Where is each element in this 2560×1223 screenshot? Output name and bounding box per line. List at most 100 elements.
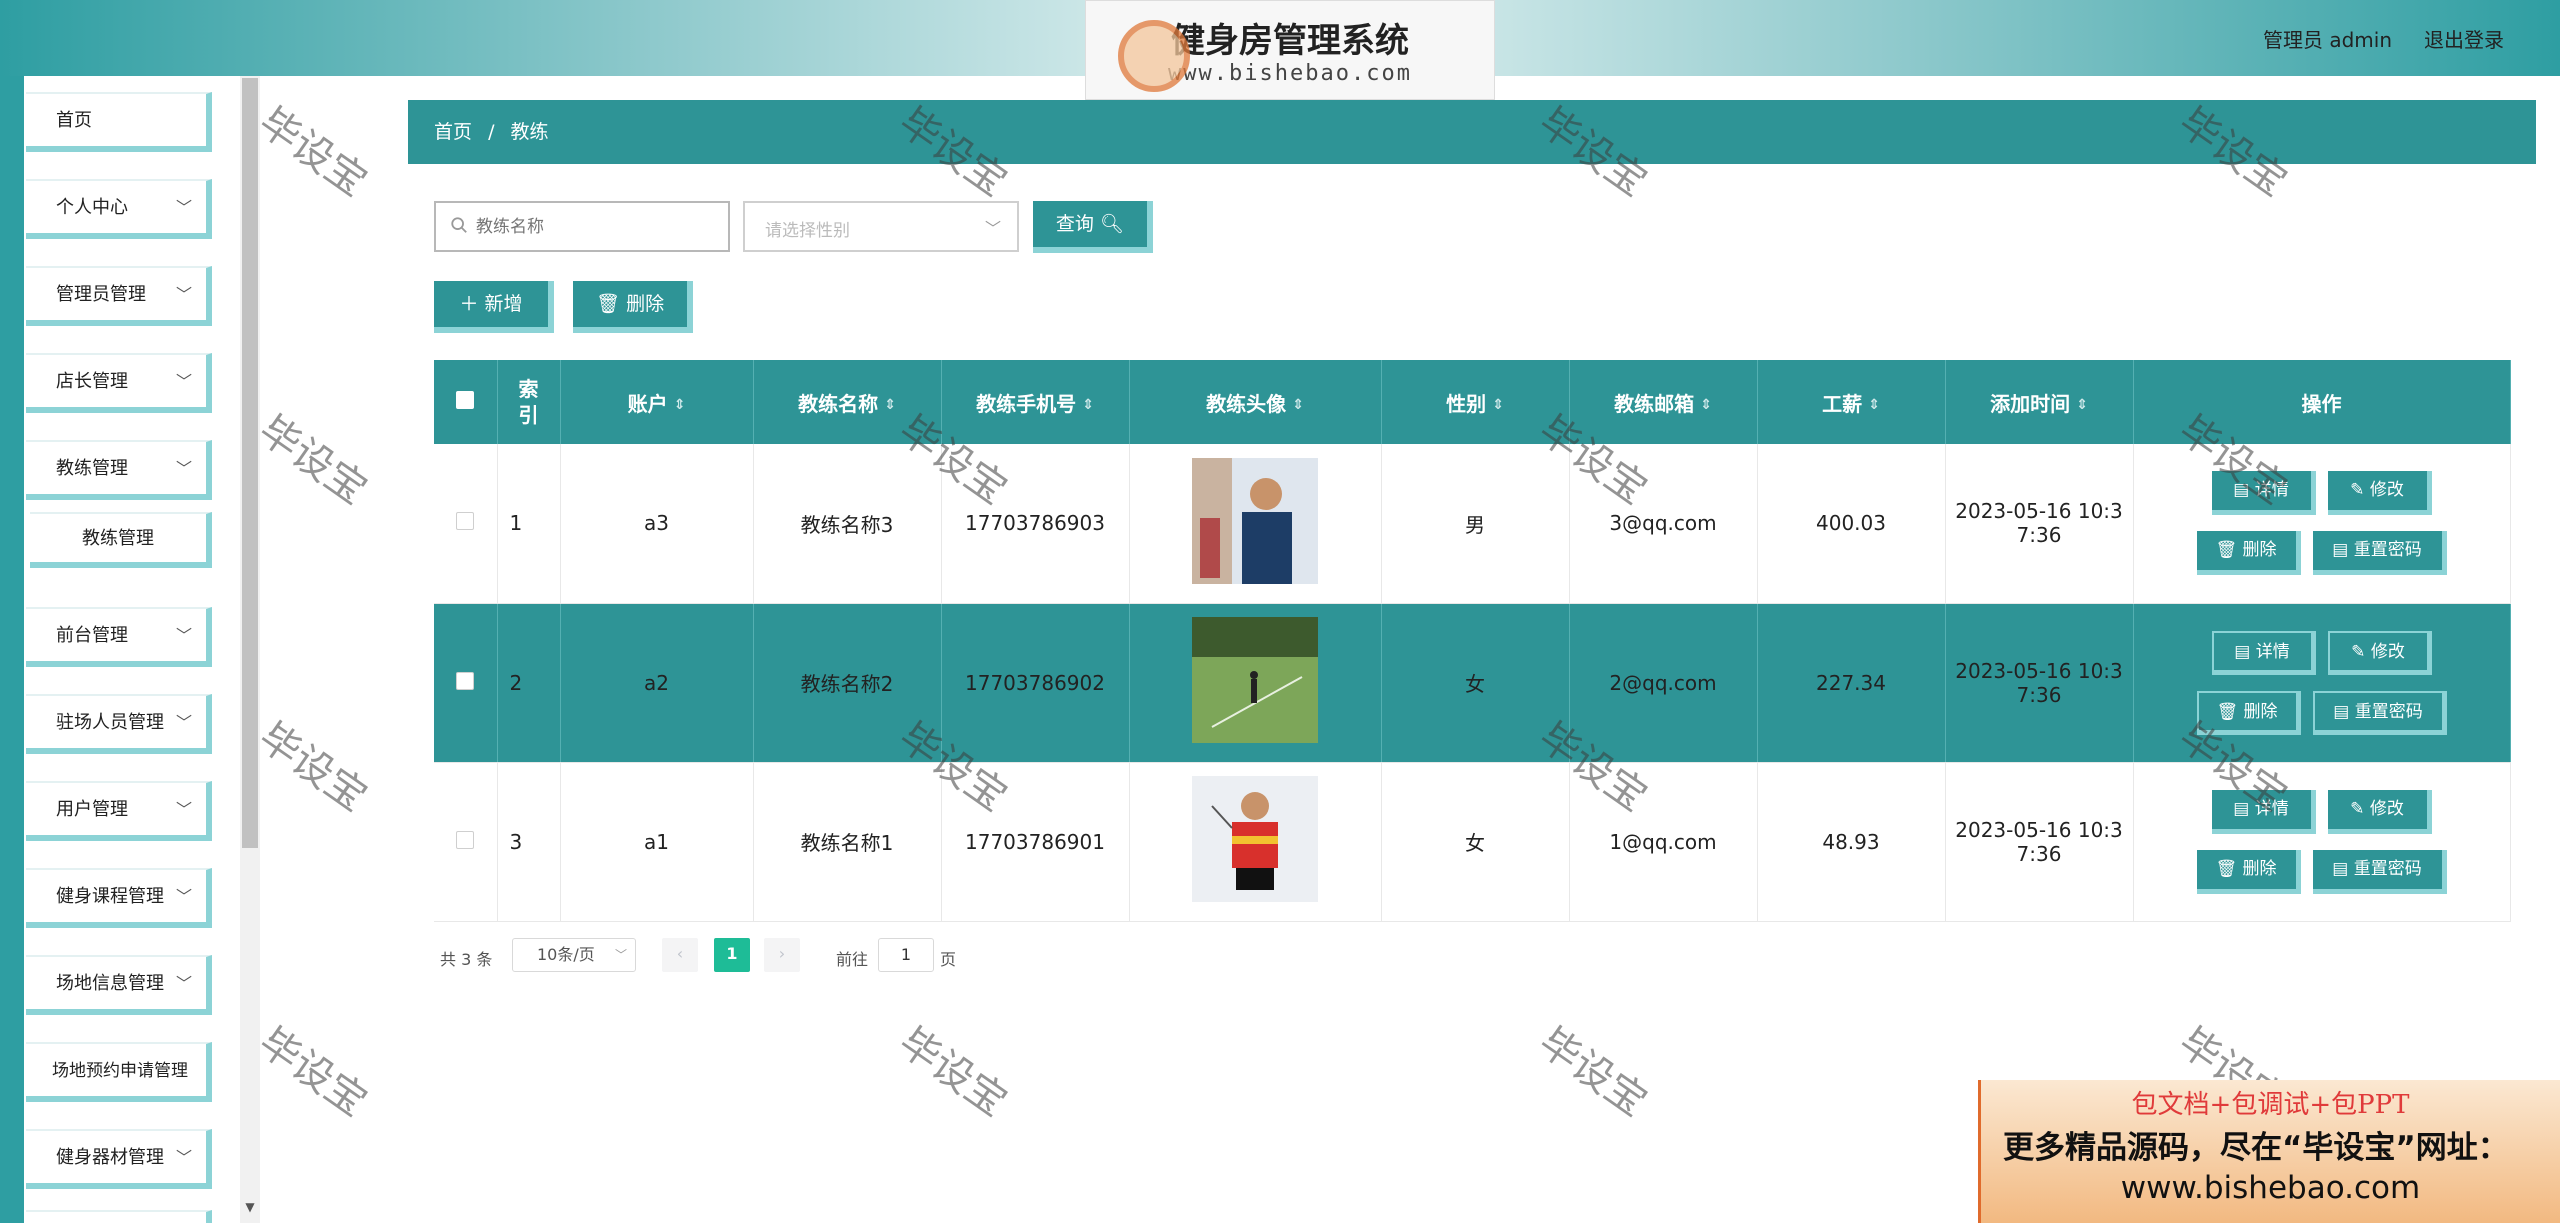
sidebar-item-home[interactable]: 首页 (26, 92, 212, 152)
sidebar-item-venues[interactable]: 场地信息管理 ﹀ (26, 955, 212, 1015)
col-email[interactable]: 教练邮箱 ⇕ (1569, 360, 1758, 444)
coach-avatar-image[interactable] (1192, 617, 1318, 743)
row-checkbox[interactable] (456, 671, 475, 690)
sort-icon[interactable]: ⇕ (1700, 397, 1712, 413)
gender-select[interactable]: 请选择性别 ﹀ (743, 201, 1019, 252)
detail-button[interactable]: ▤ 详情 (2211, 471, 2316, 516)
chevron-down-icon: ﹀ (175, 626, 192, 645)
sidebar-item-label: 用户管理 (56, 799, 128, 820)
col-name[interactable]: 教练名称 ⇕ (753, 360, 942, 444)
coach-table: 索引 账户 ⇕ 教练名称 ⇕ 教练手机号 ⇕ 教练头像 ⇕ 性别 ⇕ 教练邮箱 ⇕ 工薪 ⇕ … (434, 360, 2511, 922)
row-checkbox[interactable] (456, 512, 475, 531)
query-button[interactable]: 查询 🔍︎ (1033, 201, 1153, 253)
edit-button[interactable]: ✎ 修改 (2327, 471, 2432, 516)
breadcrumb-home[interactable]: 首页 (434, 121, 472, 143)
sort-icon[interactable]: ⇕ (884, 397, 896, 413)
page-size-select[interactable]: 10条/页 ﹀ (512, 938, 636, 972)
coach-avatar-image[interactable] (1192, 776, 1318, 902)
delete-button[interactable]: 🗑︎ 删除 (2196, 849, 2301, 894)
col-phone[interactable]: 教练手机号 ⇕ (941, 360, 1130, 444)
detail-button[interactable]: ▤ 详情 (2211, 630, 2316, 675)
watermark: 毕设宝 (890, 1019, 1016, 1126)
sort-icon[interactable]: ⇕ (674, 397, 686, 413)
sidebar-item-admins[interactable]: 管理员管理 ﹀ (26, 266, 212, 326)
sidebar-subitem-coaches[interactable]: 教练管理 (30, 512, 212, 568)
cell-phone: 17703786903 (941, 444, 1130, 604)
chevron-down-icon: ﹀ (614, 948, 627, 962)
sidebar-scrollbar-thumb[interactable] (242, 78, 258, 848)
edit-button[interactable]: ✎ 修改 (2327, 789, 2432, 834)
sidebar-item-coaches[interactable]: 教练管理 ﹀ (26, 440, 212, 500)
cell-actions: ▤ 详情 ✎ 修改 🗑︎ 删除 ▤ 重置密码 (2133, 603, 2511, 763)
promo-url: www.bishebao.com (2120, 1170, 2421, 1206)
sidebar-item-managers[interactable]: 店长管理 ﹀ (26, 353, 212, 413)
add-button[interactable]: ＋ 新增 (434, 281, 554, 333)
delete-button[interactable]: 🗑︎ 删除 (2196, 690, 2301, 735)
coach-name-input[interactable] (476, 213, 716, 241)
batch-delete-button[interactable]: 🗑︎ 删除 (573, 281, 693, 333)
edit-button[interactable]: ✎ 修改 (2327, 630, 2432, 675)
reset-password-button[interactable]: ▤ 重置密码 (2312, 849, 2447, 894)
scroll-down-icon[interactable]: ▼ (242, 1200, 258, 1214)
sidebar-item-courses[interactable]: 健身课程管理 ﹀ (26, 868, 212, 928)
doc-icon: ▤ (2233, 480, 2255, 501)
sort-icon[interactable]: ⇕ (2076, 397, 2088, 413)
sort-icon[interactable]: ⇕ (1868, 397, 1880, 413)
cell-actions: ▤ 详情 ✎ 修改 🗑︎ 删除 ▤ 重置密码 (2133, 762, 2511, 922)
next-page-button[interactable]: › (764, 938, 800, 972)
plus-icon: ＋ (459, 293, 479, 315)
trash-icon: 🗑︎ (2215, 540, 2243, 561)
goto-page-input[interactable]: 1 (878, 938, 934, 972)
sort-icon[interactable]: ⇕ (1492, 397, 1504, 413)
doc-icon: ▤ (2233, 798, 2255, 819)
coach-avatar-image[interactable] (1192, 457, 1318, 584)
doc-icon: ▤ (2332, 858, 2354, 879)
sidebar-item-venue-booking[interactable]: 场地预约申请管理 (26, 1042, 212, 1102)
cell-actions: ▤ 详情 ✎ 修改 🗑︎ 删除 ▤ 重置密码 (2133, 444, 2511, 604)
cell-account: a3 (560, 444, 754, 604)
search-icon: 🔍︎ (1099, 213, 1125, 235)
prev-page-button[interactable]: ‹ (662, 938, 698, 972)
cell-time-line1: 2023-05-16 10:3 (1955, 817, 2123, 842)
detail-button[interactable]: ▤ 详情 (2211, 789, 2316, 834)
col-account-label: 账户 (627, 391, 668, 416)
sidebar-item-equipment[interactable]: 健身器材管理 ﹀ (26, 1129, 212, 1189)
watermark: 毕设宝 (250, 714, 376, 821)
sidebar-item-label: 首页 (56, 110, 92, 131)
trash-icon: 🗑︎ (595, 293, 621, 315)
sidebar-item-label: 店长管理 (56, 371, 128, 392)
col-salary[interactable]: 工薪 ⇕ (1757, 360, 1946, 444)
sort-icon[interactable]: ⇕ (1292, 397, 1304, 413)
sort-icon[interactable]: ⇕ (1082, 397, 1094, 413)
chevron-down-icon: ﹀ (175, 372, 192, 391)
col-time[interactable]: 添加时间 ⇕ (1945, 360, 2134, 444)
reset-password-button[interactable]: ▤ 重置密码 (2312, 531, 2447, 576)
chevron-down-icon: ﹀ (175, 1148, 192, 1167)
breadcrumb: 首页 / 教练 (408, 100, 2536, 164)
col-gender[interactable]: 性别 ⇕ (1381, 360, 1570, 444)
logout-link[interactable]: 退出登录 (2424, 24, 2504, 53)
chevron-down-icon: ﹀ (984, 219, 1001, 238)
sidebar-item-label: 健身课程管理 (56, 886, 164, 907)
sidebar-item-more[interactable] (26, 1210, 212, 1223)
sidebar-item-users[interactable]: 用户管理 ﹀ (26, 781, 212, 841)
col-avatar[interactable]: 教练头像 ⇕ (1129, 360, 1382, 444)
table-row: 2 a2 教练名称2 17703786902 女 2@qq.com 227.34… (434, 603, 2511, 763)
row-checkbox[interactable] (456, 830, 475, 849)
sidebar-item-front-desk[interactable]: 前台管理 ﹀ (26, 607, 212, 667)
page-number-current[interactable]: 1 (714, 938, 750, 972)
delete-button[interactable]: 🗑︎ 删除 (2196, 531, 2301, 576)
chevron-down-icon: ﹀ (175, 974, 192, 993)
cell-gender: 男 (1381, 444, 1570, 604)
coach-name-search[interactable] (434, 201, 730, 252)
pencil-icon: ✎ (2350, 480, 2370, 501)
sidebar-item-label: 教练管理 (56, 458, 128, 479)
cell-time-line2: 7:36 (2016, 523, 2062, 548)
sidebar-item-personal[interactable]: 个人中心 ﹀ (26, 179, 212, 239)
reset-password-button[interactable]: ▤ 重置密码 (2312, 690, 2447, 735)
col-account[interactable]: 账户 ⇕ (560, 360, 754, 444)
sidebar-item-staff[interactable]: 驻场人员管理 ﹀ (26, 694, 212, 754)
chevron-down-icon: ﹀ (175, 459, 192, 478)
select-all-checkbox[interactable] (456, 391, 475, 409)
pencil-icon: ✎ (2351, 641, 2371, 662)
